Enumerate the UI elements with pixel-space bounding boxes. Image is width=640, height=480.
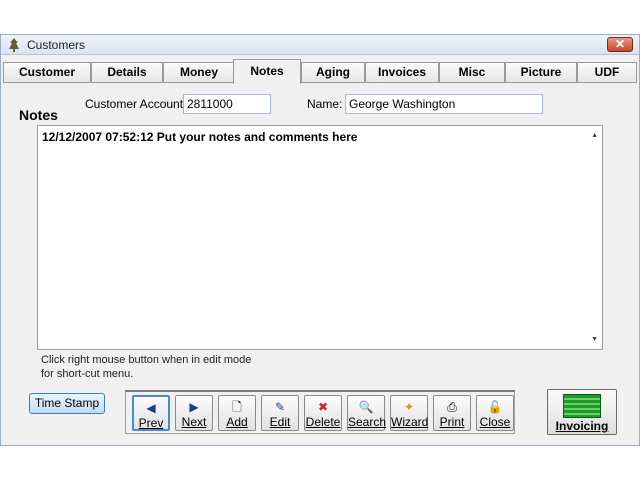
navigation-toolbar: ◀ Prev ▶ Next 🗋 Add ✎ Edit ✖ Delete 🔍 Se… [125,390,515,434]
name-field[interactable]: George Washington [345,94,543,114]
customer-account-label: Customer Account: [85,97,187,111]
delete-label: Delete [305,415,341,429]
customers-window: Customers ✕ Customer Details Money Notes… [0,34,640,446]
customer-account-field[interactable]: 2811000 [183,94,271,114]
invoice-ledger-icon [563,394,601,418]
tab-udf[interactable]: UDF [577,62,637,83]
invoicing-label: Invoicing [555,419,609,433]
prev-button[interactable]: ◀ Prev [132,395,170,431]
notes-text[interactable]: 12/12/2007 07:52:12 Put your notes and c… [42,130,357,144]
wizard-label: Wizard [391,415,429,429]
edit-pencil-icon: ✎ [274,400,286,414]
scroll-down-icon[interactable]: ▼ [591,336,598,343]
memo-scrollbar[interactable]: ▲ ▼ [586,126,602,349]
print-label: Print [439,415,465,429]
tab-aging[interactable]: Aging [301,62,365,83]
edit-hint: Click right mouse button when in edit mo… [41,354,252,380]
edit-label: Edit [269,415,291,429]
search-label: Search [348,415,387,429]
section-title: Notes [19,107,58,123]
tab-bar: Customer Details Money Notes Aging Invoi… [3,59,637,84]
delete-button[interactable]: ✖ Delete [304,395,342,431]
magic-wand-icon: ✦ [403,400,415,414]
close-label: Close [479,415,511,429]
add-label: Add [226,415,248,429]
tab-notes[interactable]: Notes [233,59,301,84]
next-label: Next [181,415,207,429]
title-bar: Customers ✕ [1,35,639,55]
window-title: Customers [27,37,86,52]
invoicing-button[interactable]: Invoicing [547,389,617,435]
search-button[interactable]: 🔍 Search [347,395,387,431]
scroll-up-icon[interactable]: ▲ [591,132,598,139]
print-button[interactable]: ⎙ Print [433,395,471,431]
tab-invoices[interactable]: Invoices [365,62,439,83]
name-label: Name: [307,97,343,111]
tab-misc[interactable]: Misc [439,62,505,83]
add-button[interactable]: 🗋 Add [218,395,256,431]
app-icon [9,37,19,52]
tab-money[interactable]: Money [163,62,235,83]
tab-picture[interactable]: Picture [505,62,577,83]
wizard-button[interactable]: ✦ Wizard [390,395,428,431]
next-button[interactable]: ▶ Next [175,395,213,431]
printer-icon: ⎙ [447,400,457,414]
new-page-icon: 🗋 [232,400,242,414]
binoculars-icon: 🔍 [358,400,374,414]
edit-button[interactable]: ✎ Edit [261,395,299,431]
prev-arrow-icon: ◀ [146,401,156,415]
delete-x-icon: ✖ [317,400,329,414]
next-arrow-icon: ▶ [189,400,199,414]
tab-details[interactable]: Details [91,62,163,83]
prev-label: Prev [138,416,164,430]
close-button[interactable]: 🔓 Close [476,395,514,431]
close-icon[interactable]: ✕ [607,37,633,52]
tab-divider [3,82,637,83]
tab-customer[interactable]: Customer [3,62,91,83]
unlock-icon: 🔓 [487,400,503,414]
time-stamp-button[interactable]: Time Stamp [29,393,105,414]
notes-memo[interactable]: 12/12/2007 07:52:12 Put your notes and c… [37,125,603,350]
